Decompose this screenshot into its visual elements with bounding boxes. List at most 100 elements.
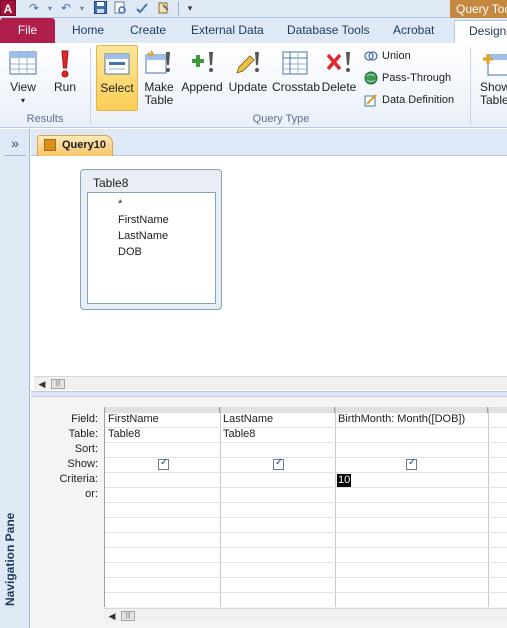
spelling-icon[interactable] bbox=[134, 1, 150, 16]
print-preview-icon[interactable] bbox=[112, 1, 128, 16]
grid-sort-cell[interactable] bbox=[105, 442, 220, 457]
data-definition-label: Data Definition bbox=[382, 94, 455, 106]
row-divider bbox=[105, 592, 507, 593]
view-dropdown-icon[interactable]: ▾ bbox=[4, 94, 42, 107]
append-button[interactable]: Append bbox=[180, 45, 224, 111]
redo-icon[interactable]: ↷ bbox=[26, 1, 42, 16]
make-table-label-line2: Table bbox=[144, 93, 174, 107]
crosstab-button[interactable]: Crosstab bbox=[272, 45, 321, 111]
row-label-criteria: Criteria: bbox=[59, 473, 98, 485]
column-selector[interactable] bbox=[488, 407, 507, 413]
field-item-firstname[interactable]: FirstName bbox=[88, 212, 215, 228]
union-label: Union bbox=[382, 50, 411, 62]
show-checkbox[interactable] bbox=[406, 457, 417, 470]
row-label-sort: Sort: bbox=[74, 443, 98, 455]
pass-through-button[interactable]: Pass-Through bbox=[364, 69, 451, 87]
delete-label: Delete bbox=[321, 80, 357, 94]
tab-file[interactable]: File bbox=[0, 18, 55, 43]
field-list-box[interactable]: * FirstName LastName DOB bbox=[87, 192, 216, 304]
query-object-icon bbox=[44, 139, 56, 151]
grid-sort-cell[interactable] bbox=[335, 442, 488, 457]
document-tab-bar: Query10 bbox=[31, 129, 507, 156]
tab-home[interactable]: Home bbox=[72, 18, 104, 43]
show-checkbox[interactable] bbox=[158, 457, 169, 470]
delete-query-button[interactable]: Delete bbox=[320, 45, 358, 111]
select-label: Select bbox=[100, 81, 134, 95]
row-divider bbox=[105, 472, 507, 473]
field-item-dob[interactable]: DOB bbox=[88, 244, 215, 260]
grid-table-cell[interactable] bbox=[335, 427, 488, 442]
show-table-label-line2: Table bbox=[480, 93, 507, 107]
customize-qat-icon[interactable]: ▾ bbox=[182, 1, 198, 16]
datasheet-view-icon bbox=[9, 51, 37, 75]
table-field-list-title[interactable]: Table8 bbox=[93, 176, 128, 190]
tab-external-data[interactable]: External Data bbox=[191, 18, 264, 43]
row-label-or: or: bbox=[85, 488, 98, 500]
scroll-thumb[interactable]: ||| bbox=[121, 611, 135, 621]
grid-field-cell[interactable]: BirthMonth: Month([DOB]) bbox=[335, 412, 488, 427]
select-query-button[interactable]: Select bbox=[96, 45, 138, 111]
row-divider bbox=[105, 547, 507, 548]
upper-horizontal-scrollbar[interactable]: ◀ ||| bbox=[34, 376, 507, 390]
tab-design[interactable]: Design bbox=[454, 20, 507, 43]
row-divider bbox=[105, 502, 507, 503]
show-table-icon bbox=[483, 54, 507, 76]
contextual-tab-title: Query Tools bbox=[450, 0, 507, 18]
globe-icon bbox=[364, 71, 378, 85]
qat-separator bbox=[178, 2, 179, 16]
tab-acrobat[interactable]: Acrobat bbox=[393, 18, 434, 43]
document-tab-title: Query10 bbox=[62, 139, 107, 151]
scroll-left-icon[interactable]: ◀ bbox=[36, 378, 48, 390]
access-app-icon[interactable]: A bbox=[0, 0, 16, 16]
crosstab-label: Crosstab bbox=[272, 80, 321, 94]
crosstab-grid-icon bbox=[282, 51, 308, 75]
grid-table-cell[interactable]: Table8 bbox=[105, 427, 220, 442]
navigation-pane-label[interactable]: Navigation Pane bbox=[3, 406, 17, 606]
grid-cells-area[interactable]: FirstName Table8 LastName Table8 BirthMo… bbox=[104, 407, 507, 607]
run-label: Run bbox=[53, 80, 76, 94]
tab-database-tools[interactable]: Database Tools bbox=[287, 18, 370, 43]
pass-through-label: Pass-Through bbox=[382, 72, 452, 84]
view-label: View bbox=[10, 80, 36, 94]
row-divider bbox=[105, 517, 507, 518]
nav-separator bbox=[4, 155, 26, 156]
criteria-cell-selected[interactable]: 10 bbox=[337, 474, 352, 487]
row-label-table: Table: bbox=[68, 428, 98, 440]
undo-icon[interactable]: ↶ bbox=[58, 1, 74, 16]
ribbon: View ▾ Run Results Select Make Table App… bbox=[0, 43, 507, 128]
show-checkbox[interactable] bbox=[273, 457, 284, 470]
field-item-lastname[interactable]: LastName bbox=[88, 228, 215, 244]
save-icon[interactable] bbox=[92, 1, 108, 16]
row-divider bbox=[105, 487, 507, 488]
field-item-all[interactable]: * bbox=[88, 196, 215, 212]
attach-icon[interactable] bbox=[156, 1, 172, 16]
row-divider bbox=[105, 562, 507, 563]
data-definition-button[interactable]: Data Definition bbox=[364, 91, 454, 109]
row-divider bbox=[105, 577, 507, 578]
grid-sort-cell[interactable] bbox=[220, 442, 335, 457]
union-button[interactable]: Union bbox=[364, 47, 411, 65]
scroll-left-icon[interactable]: ◀ bbox=[106, 610, 118, 622]
select-query-icon bbox=[104, 53, 130, 75]
grid-table-cell[interactable]: Table8 bbox=[220, 427, 335, 442]
union-rings-icon bbox=[364, 51, 378, 61]
expand-navigation-icon[interactable]: » bbox=[0, 134, 30, 152]
make-table-button[interactable]: Make Table bbox=[140, 45, 178, 111]
update-label: Update bbox=[228, 80, 268, 94]
row-label-field: Field: bbox=[71, 413, 98, 425]
document-tab-query10[interactable]: Query10 bbox=[37, 135, 113, 156]
run-button[interactable]: Run bbox=[48, 45, 82, 111]
tab-create[interactable]: Create bbox=[130, 18, 166, 43]
view-button[interactable]: View ▾ bbox=[4, 45, 42, 111]
table-field-list[interactable]: Table8 * FirstName LastName DOB bbox=[80, 169, 222, 310]
query-table-pane[interactable]: Table8 * FirstName LastName DOB ◀ ||| bbox=[31, 157, 507, 391]
show-table-button[interactable]: Show Table bbox=[476, 45, 507, 111]
redo-dropdown-icon[interactable]: ▾ bbox=[42, 1, 58, 16]
delete-x-icon bbox=[326, 52, 350, 72]
update-button[interactable]: Update bbox=[226, 45, 270, 111]
undo-dropdown-icon[interactable]: ▾ bbox=[74, 1, 90, 16]
scroll-thumb[interactable]: ||| bbox=[51, 379, 65, 389]
grid-field-cell[interactable]: FirstName bbox=[105, 412, 220, 427]
grid-horizontal-scrollbar[interactable]: ◀ ||| bbox=[104, 608, 507, 622]
grid-field-cell[interactable]: LastName bbox=[220, 412, 335, 427]
